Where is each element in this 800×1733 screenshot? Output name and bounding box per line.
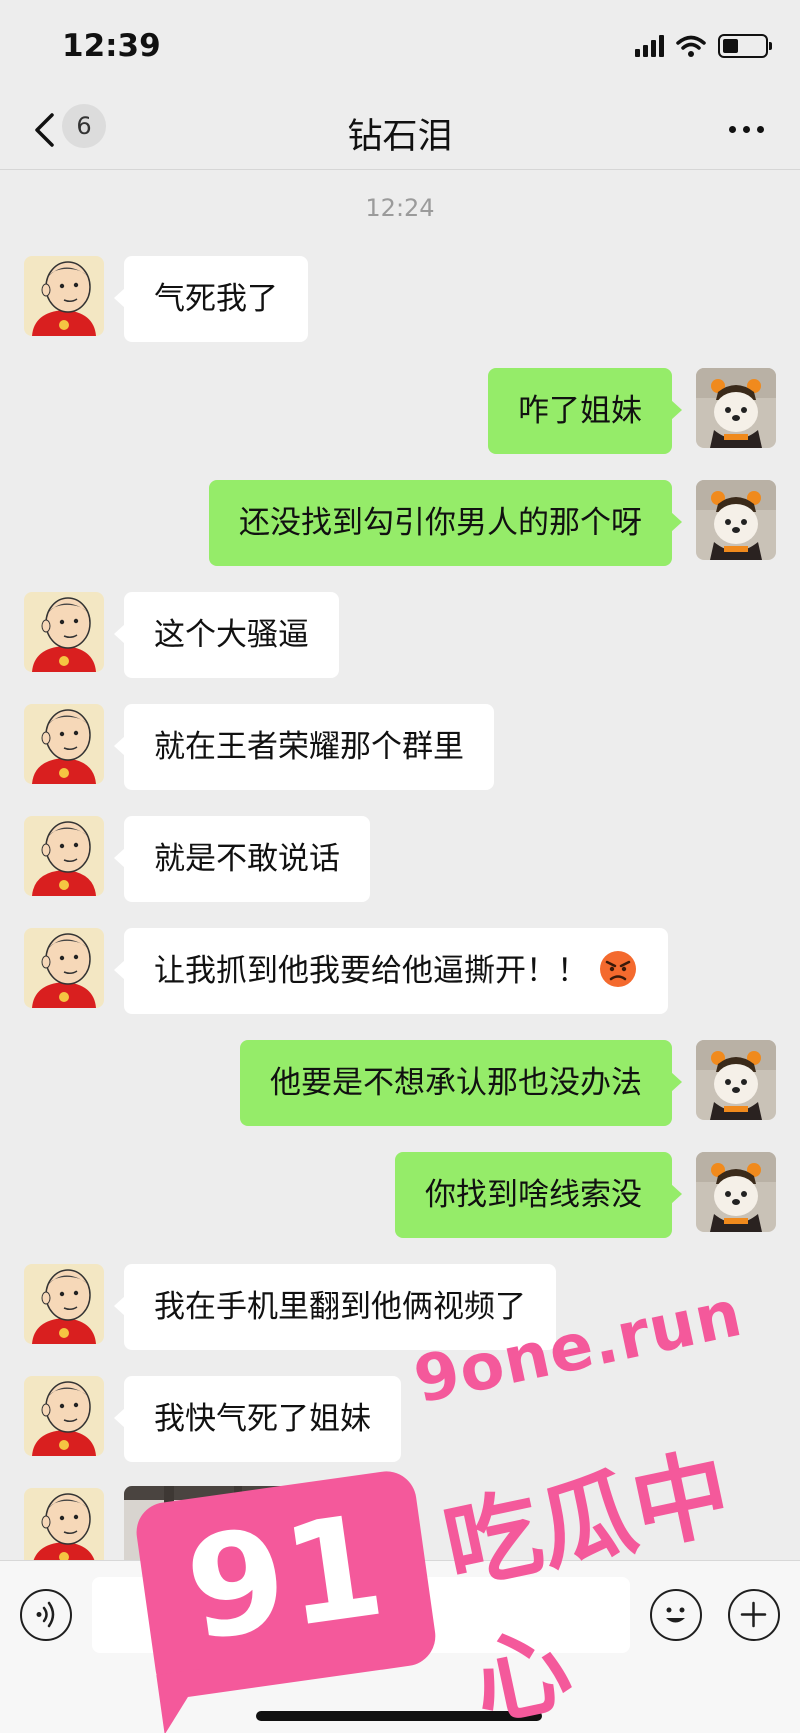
watermark-logo: 91 [132, 1467, 446, 1733]
status-bar: 12:39 [0, 0, 800, 90]
received-message-bubble[interactable]: 就是不敢说话 [114, 816, 370, 902]
contact-avatar[interactable] [24, 256, 104, 336]
wifi-icon [676, 35, 706, 57]
more-dots-icon[interactable] [729, 126, 764, 133]
status-icons [635, 34, 772, 58]
my-avatar[interactable] [696, 480, 776, 560]
my-avatar[interactable] [696, 1152, 776, 1232]
sent-message-bubble[interactable]: 还没找到勾引你男人的那个呀 [209, 480, 682, 566]
message-timestamp: 12:24 [365, 194, 435, 222]
contact-avatar[interactable] [24, 1376, 104, 1456]
message-text: 让我抓到他我要给他逼撕开！！ [154, 953, 588, 989]
contact-avatar[interactable] [24, 1488, 104, 1568]
received-message-bubble[interactable]: 气死我了 [114, 256, 308, 342]
received-message-bubble[interactable]: 就在王者荣耀那个群里 [114, 704, 494, 790]
chat-header: 6 钻石泪 [0, 90, 800, 170]
battery-icon [718, 34, 772, 58]
contact-avatar[interactable] [24, 1264, 104, 1344]
received-message-bubble[interactable]: 让我抓到他我要给他逼撕开！！ [114, 928, 668, 1014]
sent-message-bubble[interactable]: 咋了姐妹 [488, 368, 682, 454]
watermark-logo-text: 91 [177, 1484, 393, 1674]
my-avatar[interactable] [696, 368, 776, 448]
received-message-bubble[interactable]: 这个大骚逼 [114, 592, 339, 678]
contact-avatar[interactable] [24, 704, 104, 784]
angry-face-emoji-icon [600, 951, 636, 987]
signal-icon [635, 35, 664, 57]
contact-avatar[interactable] [24, 928, 104, 1008]
sent-message-bubble[interactable]: 你找到啥线索没 [395, 1152, 682, 1238]
contact-avatar[interactable] [24, 816, 104, 896]
received-message-bubble[interactable]: 我快气死了姐妹 [114, 1376, 401, 1462]
voice-icon[interactable] [20, 1589, 72, 1641]
watermark-site-name: 吃瓜中心 [434, 1435, 740, 1733]
my-avatar[interactable] [696, 1040, 776, 1120]
contact-avatar[interactable] [24, 592, 104, 672]
sent-message-bubble[interactable]: 他要是不想承认那也没办法 [240, 1040, 682, 1126]
chat-title: 钻石泪 [347, 117, 453, 157]
status-time: 12:39 [62, 28, 161, 64]
